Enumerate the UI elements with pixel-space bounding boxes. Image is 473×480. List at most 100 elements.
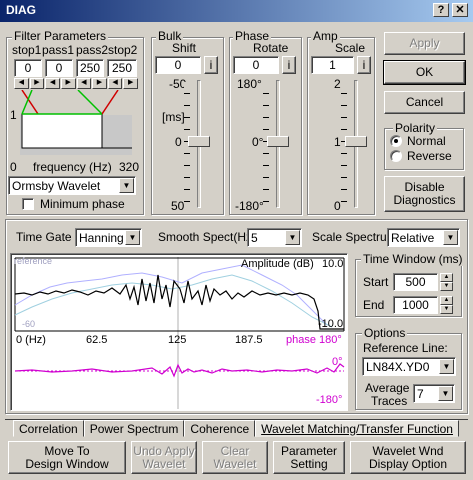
polarity-reverse-radio[interactable] <box>390 150 402 162</box>
min-phase-checkbox[interactable] <box>22 198 34 210</box>
pass1-right-arrow[interactable]: ▶ <box>60 78 76 89</box>
min-phase-label: Minimum phase <box>40 197 125 211</box>
close-button[interactable]: ✕ <box>452 3 468 17</box>
options-title: Options <box>362 326 408 340</box>
bulk-scale-bot: 50 <box>171 199 185 213</box>
chevron-down-icon[interactable]: ▼ <box>119 178 134 193</box>
stop1-right-arrow[interactable]: ▶ <box>29 78 45 89</box>
average-traces-select[interactable]: 7 ▼ <box>413 384 455 403</box>
end-input[interactable]: 1000 <box>393 296 438 314</box>
reference-bottom-label: -60 <box>22 319 36 329</box>
chevron-down-icon[interactable]: ▼ <box>125 230 140 245</box>
bulk-slider-thumb[interactable] <box>188 136 210 147</box>
start-down-arrow[interactable]: ▼ <box>440 282 453 291</box>
time-gate-select[interactable]: Hanning ▼ <box>75 228 142 247</box>
stop2-left-arrow[interactable]: ◀ <box>107 78 123 89</box>
start-label: Start <box>363 275 389 289</box>
clear-wavelet-line1: Clear <box>220 443 250 458</box>
frequency-max: 320 <box>119 160 140 174</box>
stop1-left-arrow[interactable]: ◀ <box>14 78 29 89</box>
chevron-down-icon[interactable]: ▼ <box>443 230 458 245</box>
phase-bottom-value: -180° <box>316 394 343 406</box>
amp-scale-top: 2 <box>334 77 341 91</box>
stop1-input[interactable]: 0 <box>14 59 42 77</box>
phase-mid-value: 0° <box>332 356 343 368</box>
amp-scale-input[interactable]: 1 <box>311 56 354 74</box>
bulk-shift-label: Shift <box>172 41 197 55</box>
filter-axis-one: 1 <box>10 108 17 122</box>
polarity-normal-radio[interactable] <box>390 135 402 147</box>
end-down-arrow[interactable]: ▼ <box>440 305 453 314</box>
phase-rotate-input[interactable]: 0 <box>233 56 279 74</box>
polarity-reverse-label: Reverse <box>407 149 452 163</box>
clear-wavelet-button[interactable]: Clear Wavelet <box>202 441 268 474</box>
start-up-arrow[interactable]: ▲ <box>440 273 453 282</box>
help-button[interactable]: ? <box>433 3 449 17</box>
apply-button[interactable]: Apply <box>384 32 465 55</box>
amp-scale-bot: 0 <box>334 199 341 213</box>
wavelet-select-value: Ormsby Wavelet <box>12 179 101 193</box>
stop2-label: stop2 <box>108 43 138 57</box>
undo-apply-line2: Wavelet <box>142 456 186 471</box>
filter-stop2-line <box>101 90 119 115</box>
chevron-down-icon[interactable]: ▼ <box>439 359 454 374</box>
scale-spectrum-select[interactable]: Relative ▼ <box>387 228 460 247</box>
pass2-left-arrow[interactable]: ◀ <box>76 78 92 89</box>
pass1-left-arrow[interactable]: ◀ <box>45 78 60 89</box>
wavelet-select[interactable]: Ormsby Wavelet ▼ <box>8 176 136 195</box>
tab-power-spectrum[interactable]: Power Spectrum <box>83 420 185 437</box>
reference-curve-1 <box>14 264 328 326</box>
filter-arrow-row: ◀ ▶ ◀ ▶ ◀ ▶ ◀ ▶ <box>14 78 138 90</box>
amp-slider-thumb[interactable] <box>345 136 367 147</box>
pass2-label: pass2 <box>76 43 109 57</box>
chevron-down-icon[interactable]: ▼ <box>438 386 453 401</box>
tab-wavelet-matching[interactable]: Wavelet Matching/Transfer Function <box>255 420 459 437</box>
phase-scale-mid: 0° <box>252 135 264 149</box>
move-to-design-line2: Design Window <box>25 456 109 471</box>
bulk-scale-unit: [ms] <box>162 110 185 124</box>
chevron-down-icon[interactable]: ▼ <box>285 230 300 245</box>
phase-label: phase <box>286 334 316 346</box>
polarity-group-title: Polarity <box>393 121 438 135</box>
cancel-button[interactable]: Cancel <box>384 91 465 114</box>
end-up-arrow[interactable]: ▲ <box>440 296 453 305</box>
phase-curve <box>14 363 345 378</box>
move-to-design-button[interactable]: Move To Design Window <box>8 441 126 474</box>
bulk-shift-input[interactable]: 0 <box>155 56 201 74</box>
wavelet-wnd-display-button[interactable]: Wavelet Wnd Display Option <box>350 441 466 474</box>
bulk-info-button[interactable]: i <box>204 56 218 74</box>
filter-passband <box>21 113 103 149</box>
tab-coherence[interactable]: Coherence <box>184 420 256 437</box>
pass2-input[interactable]: 250 <box>76 59 104 77</box>
reference-line-select[interactable]: LN84X.YD0 ▼ <box>362 357 456 376</box>
start-input[interactable]: 500 <box>393 273 438 291</box>
move-to-design-line1: Move To <box>44 443 90 458</box>
filter-response-plot <box>20 90 132 155</box>
ok-button[interactable]: OK <box>383 60 466 85</box>
phase-scale-top: 180° <box>237 77 262 91</box>
phase-info-button[interactable]: i <box>282 56 296 74</box>
pass2-right-arrow[interactable]: ▶ <box>92 78 107 89</box>
radio-dot <box>394 139 398 143</box>
phase-slider-thumb[interactable] <box>267 136 289 147</box>
title-bar <box>0 0 473 22</box>
wavelet-wnd-line1: Wavelet Wnd <box>372 443 444 458</box>
amp-info-button[interactable]: i <box>357 56 371 74</box>
smooth-select[interactable]: 5 ▼ <box>247 228 302 247</box>
stop2-input[interactable]: 250 <box>107 59 137 77</box>
average-traces-value: 7 <box>417 387 424 401</box>
undo-apply-wavelet-button[interactable]: Undo Apply Wavelet <box>131 441 197 474</box>
x-tick-3: 187.5 <box>235 334 263 346</box>
phase-scale-bot: -180° <box>235 199 264 213</box>
clear-wavelet-line2: Wavelet <box>213 456 257 471</box>
stop2-right-arrow[interactable]: ▶ <box>123 78 138 89</box>
amplitude-curve <box>14 274 344 330</box>
filter-axis-zero: 0 <box>10 160 17 174</box>
tab-correlation[interactable]: Correlation <box>13 420 84 437</box>
pass1-input[interactable]: 0 <box>45 59 73 77</box>
x-tick-0: 0 (Hz) <box>16 334 46 346</box>
reference-label: reference <box>14 256 53 266</box>
reference-line-value: LN84X.YD0 <box>366 360 430 374</box>
disable-diagnostics-button[interactable]: Disable Diagnostics <box>384 176 465 212</box>
parameter-setting-button[interactable]: Parameter Setting <box>273 441 345 474</box>
